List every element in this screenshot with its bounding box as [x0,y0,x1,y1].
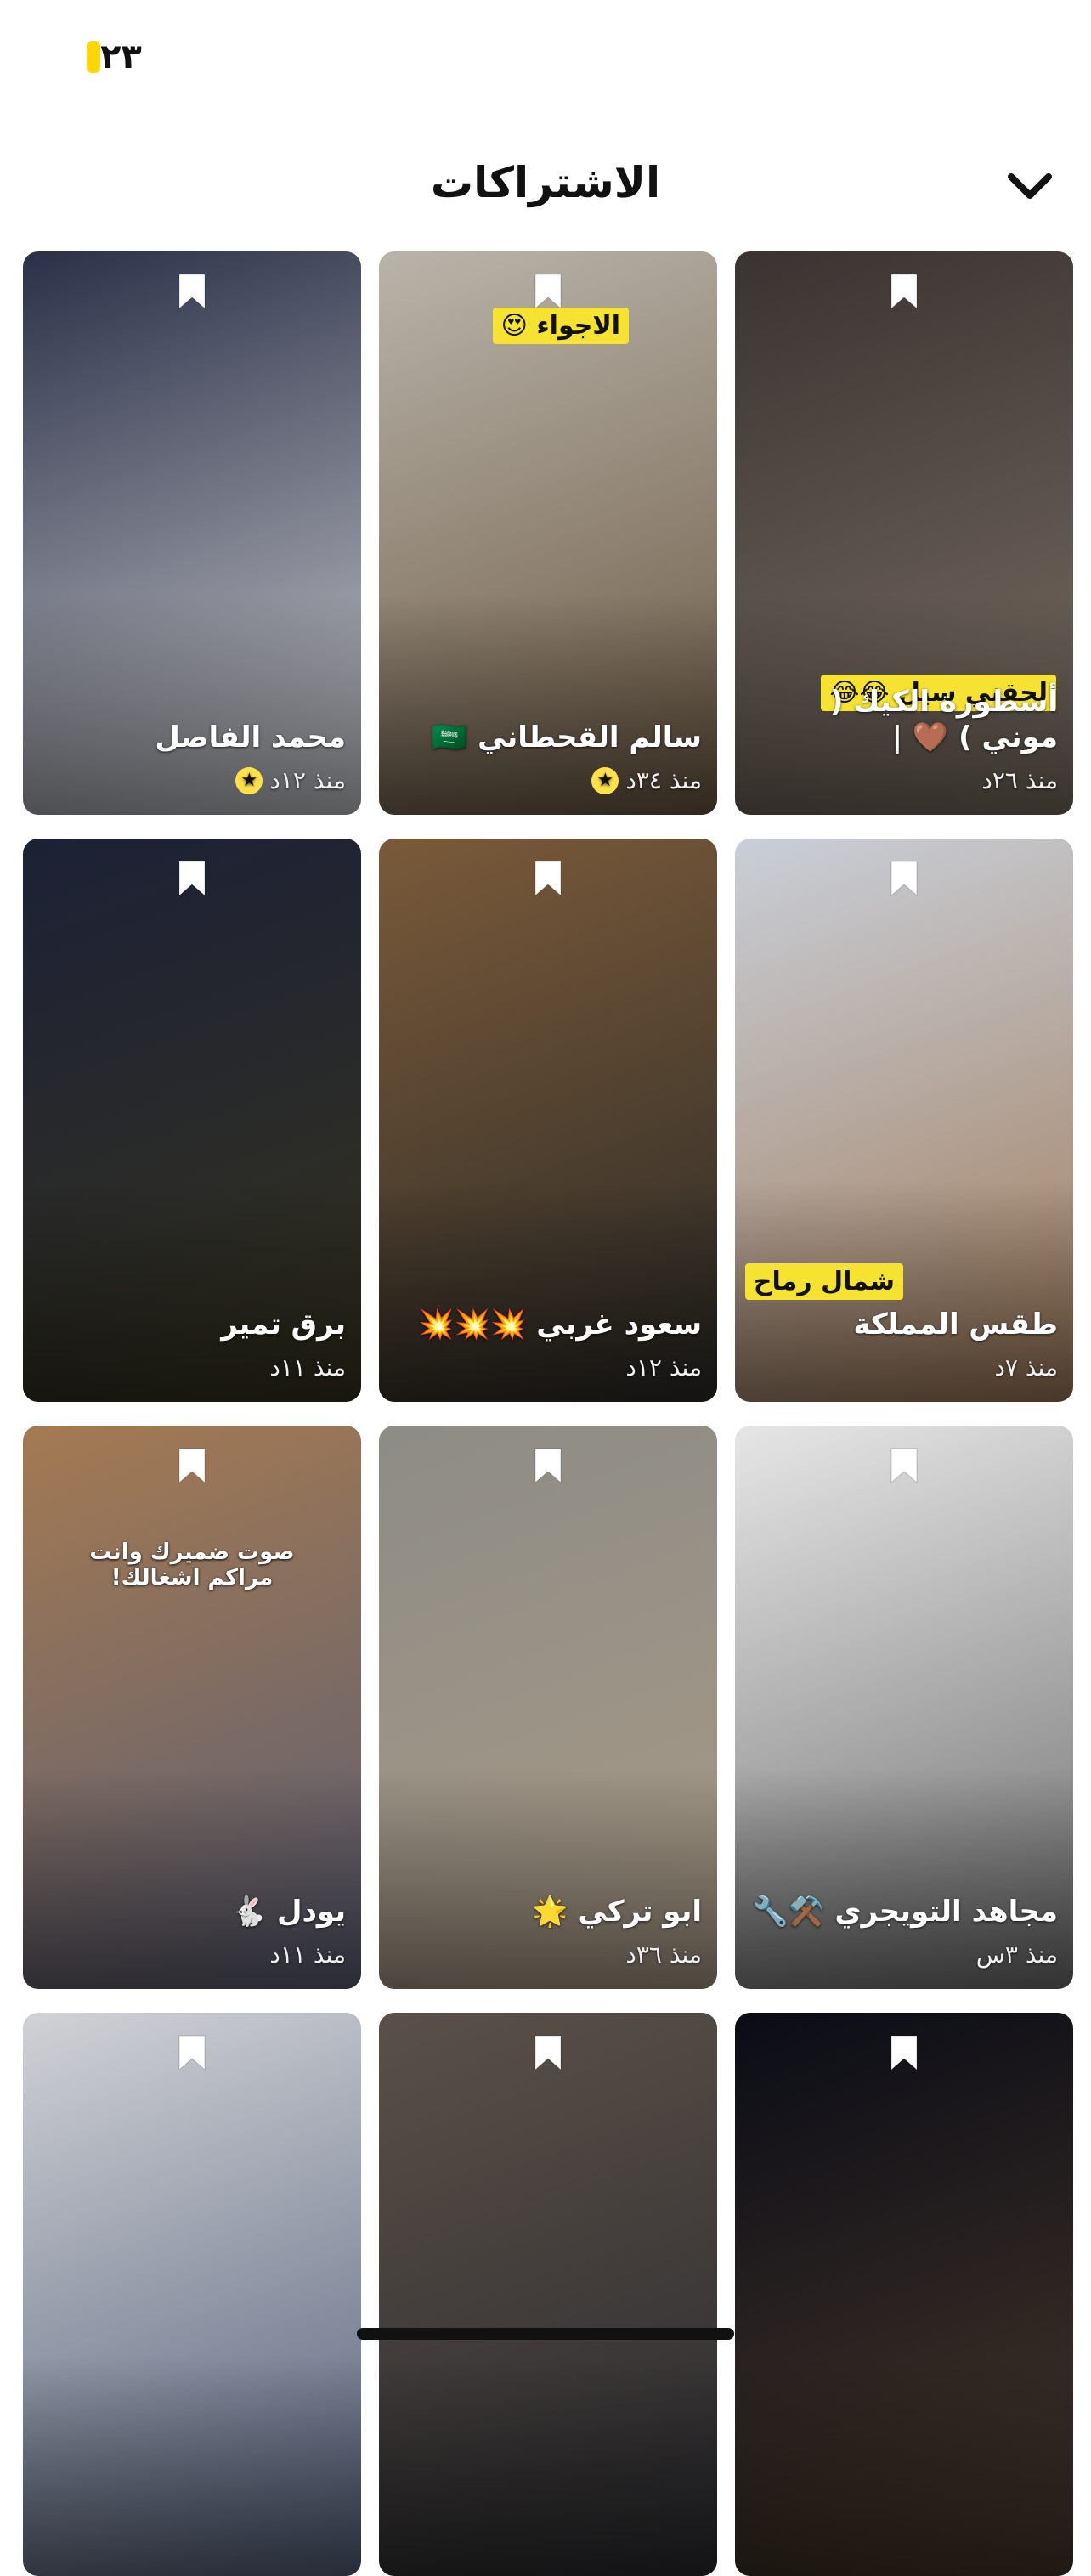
bookmark-icon[interactable] [889,2033,919,2072]
story-tile[interactable]: محمد الفاصل منذ ١٢د ★ [23,251,361,815]
story-author: يودل 🐇 [230,1895,346,1929]
story-tile[interactable]: لحقني سيل 😂😂 أسطورة الكيك ( موني ) 🤎 | منذ… [735,251,1073,815]
bookmark-icon[interactable] [533,272,563,311]
story-tile[interactable]: برق تمير منذ ١١د [23,839,361,1402]
story-time: منذ ٢٦د [981,766,1058,794]
story-time-text: منذ ٣٤د [625,766,702,794]
story-author: برق تمير [221,1308,346,1342]
status-counter-text: ٢٣ [100,37,142,76]
story-time-text: منذ ٧د [994,1353,1058,1381]
tile-gradient [735,2355,1073,2576]
story-time: منذ ١٢د ★ [235,766,346,794]
tile-gradient [379,2355,717,2576]
story-time: منذ ٧د [994,1353,1058,1381]
tile-gradient [23,2355,361,2576]
story-time-text: منذ ١٢د [625,1353,702,1381]
story-time: منذ ١١د [269,1940,346,1969]
story-author: سعود غربي 💥💥💥 [418,1308,702,1342]
bookmark-icon[interactable] [177,1446,207,1485]
story-author: طقس المملكة [853,1308,1058,1342]
story-time: منذ ٣س [976,1940,1058,1969]
bookmark-icon[interactable] [889,859,919,898]
subscriptions-grid: لحقني سيل 😂😂 أسطورة الكيك ( موني ) 🤎 | منذ… [23,251,1073,2576]
story-tile[interactable]: سعود غربي 💥💥💥 منذ ١٢د [379,839,717,1402]
bookmark-icon[interactable] [889,1446,919,1485]
story-tile[interactable]: الاجواء 😍 سالم القحطاني 🇸🇦 منذ ٣٤د ★ [379,251,717,815]
story-caption: شمال رماح [744,1263,903,1300]
story-time: منذ ٣٦د [625,1940,702,1969]
story-caption: الاجواء 😍 [492,308,629,344]
story-author: مجاهد التويجري ⚒️🔧 [752,1895,1058,1929]
story-tile[interactable]: ابو تركي 🌟 منذ ٣٦د [379,1426,717,1989]
page-title: الاشتراكات [430,158,661,207]
bookmark-icon[interactable] [889,272,919,311]
chevron-down-icon[interactable] [1003,158,1057,212]
story-time-text: منذ ٣٦د [625,1940,702,1969]
battery-pill [87,41,100,73]
story-author: سالم القحطاني 🇸🇦 [431,720,702,754]
story-time-text: منذ ١١د [269,1353,346,1381]
story-time-text: منذ ١٢د [269,766,346,794]
story-time-text: منذ ٣س [975,1940,1058,1969]
bookmark-icon[interactable] [533,2033,563,2072]
story-time: منذ ١١د [269,1353,346,1381]
story-time-text: منذ ١١د [269,1940,346,1969]
story-time-text: منذ ٢٦د [981,766,1058,794]
story-tile[interactable] [23,2013,361,2576]
story-author: ابو تركي 🌟 [532,1895,702,1929]
story-caption: صوت ضميرك وانت مراكم اشغالك! [89,1539,295,1590]
bookmark-icon[interactable] [177,272,207,311]
story-tile[interactable] [379,2013,717,2576]
story-tile[interactable]: صوت ضميرك وانت مراكم اشغالك! يودل 🐇 منذ ١١… [23,1426,361,1989]
bookmark-icon[interactable] [533,1446,563,1485]
story-author: أسطورة الكيك ( موني ) 🤎 | [829,685,1058,754]
story-author: محمد الفاصل [155,720,346,754]
star-badge-icon: ★ [235,766,263,794]
story-tile[interactable] [735,2013,1073,2576]
bookmark-icon[interactable] [533,859,563,898]
home-indicator[interactable] [357,2328,734,2340]
story-tile[interactable]: شمال رماح طقس المملكة منذ ٧د [735,839,1073,1402]
bookmark-icon[interactable] [177,859,207,898]
story-time: منذ ١٢د [625,1353,702,1381]
story-tile[interactable]: مجاهد التويجري ⚒️🔧 منذ ٣س [735,1426,1073,1989]
story-time: منذ ٣٤د ★ [591,766,702,794]
bookmark-icon[interactable] [177,2033,207,2072]
star-badge-icon: ★ [591,766,619,794]
status-counter: ٢٣ [85,37,142,76]
